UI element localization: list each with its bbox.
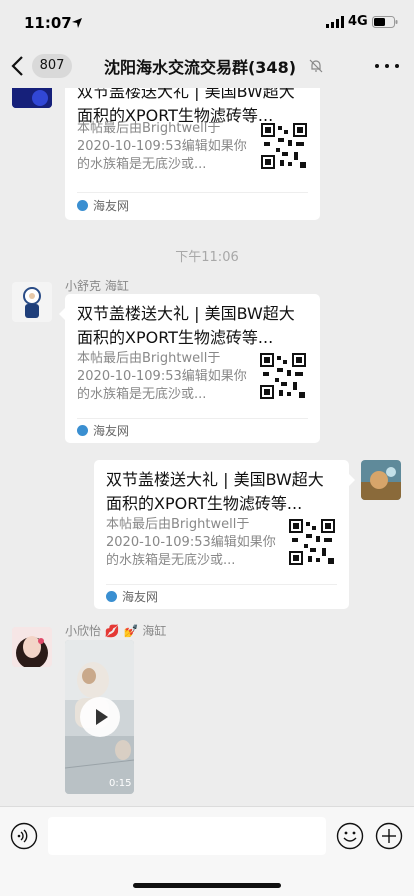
chat-header: 807 沈阳海水交流交易群(348) bbox=[0, 44, 414, 88]
time-divider: 下午11:06 bbox=[175, 250, 239, 265]
input-bar bbox=[0, 806, 414, 896]
more-options-button[interactable] bbox=[370, 52, 404, 80]
link-card-description: 本帖最后由Brightwell于2020-10-109:53编辑如果你的水族箱是… bbox=[77, 121, 247, 172]
add-plus-icon[interactable] bbox=[375, 822, 403, 850]
link-card-title: 双节盖楼送大礼 | 美国BW超大面积的XPORT生物滤砖等... bbox=[77, 304, 295, 347]
card-divider bbox=[106, 584, 337, 585]
emoji-icon[interactable] bbox=[336, 822, 364, 850]
qr-code-icon bbox=[260, 122, 308, 170]
back-chevron-icon[interactable] bbox=[10, 55, 26, 77]
location-arrow-icon bbox=[72, 18, 82, 28]
my-avatar[interactable] bbox=[361, 460, 401, 500]
wechat-group-chat-screen: { "status_bar": { "time": "11:07", "netw… bbox=[0, 0, 414, 896]
battery-icon bbox=[372, 16, 398, 28]
avatar[interactable] bbox=[12, 88, 52, 108]
link-card-source: 海友网 bbox=[77, 423, 129, 439]
link-card-message[interactable]: 双节盖楼送大礼 | 美国BW超大面积的XPORT生物滤砖等... 本帖最后由Br… bbox=[65, 88, 320, 220]
source-logo-icon bbox=[77, 200, 88, 211]
card-divider bbox=[77, 418, 308, 419]
source-label: 海友网 bbox=[93, 199, 130, 213]
avatar-image bbox=[12, 88, 52, 108]
chat-message-list[interactable]: 双节盖楼送大礼 | 美国BW超大面积的XPORT生物滤砖等... 本帖最后由Br… bbox=[0, 88, 414, 806]
link-card-message[interactable]: 双节盖楼送大礼 | 美国BW超大面积的XPORT生物滤砖等... 本帖最后由Br… bbox=[59, 294, 320, 443]
play-button[interactable] bbox=[80, 697, 120, 737]
source-label: 海友网 bbox=[93, 424, 130, 438]
link-card-title: 双节盖楼送大礼 | 美国BW超大面积的XPORT生物滤砖等... bbox=[106, 470, 324, 513]
dot-icon bbox=[385, 64, 389, 68]
avatar-image bbox=[361, 460, 401, 500]
video-message[interactable]: 0:15 bbox=[65, 640, 134, 794]
source-logo-icon bbox=[77, 425, 88, 436]
dot-icon bbox=[395, 64, 399, 68]
avatar[interactable] bbox=[12, 627, 52, 667]
sender-name: 小欣怡 💋 💅 海缸 bbox=[65, 624, 167, 638]
link-card-description: 本帖最后由Brightwell于2020-10-109:53编辑如果你的水族箱是… bbox=[106, 517, 276, 568]
video-duration: 0:15 bbox=[109, 778, 132, 789]
status-time: 11:07 bbox=[24, 14, 72, 32]
bubble-tail bbox=[349, 474, 355, 486]
home-indicator bbox=[133, 883, 281, 888]
qr-code-icon bbox=[259, 352, 307, 400]
source-logo-icon bbox=[106, 591, 117, 602]
dot-icon bbox=[375, 64, 379, 68]
bubble-tail bbox=[59, 308, 65, 320]
status-bar: 11:07 4G bbox=[0, 0, 414, 44]
signal-bars-icon bbox=[326, 16, 344, 28]
link-card-source: 海友网 bbox=[77, 198, 129, 214]
mute-bell-icon bbox=[309, 59, 323, 73]
chat-title: 沈阳海水交流交易群(348) bbox=[103, 58, 297, 77]
play-icon bbox=[96, 709, 108, 725]
message-input[interactable] bbox=[48, 817, 326, 855]
unread-count-badge[interactable]: 807 bbox=[32, 54, 72, 78]
source-label: 海友网 bbox=[122, 590, 159, 604]
avatar-image bbox=[12, 282, 52, 322]
link-card-source: 海友网 bbox=[106, 589, 158, 605]
voice-input-icon[interactable] bbox=[10, 822, 38, 850]
link-card-message[interactable]: 双节盖楼送大礼 | 美国BW超大面积的XPORT生物滤砖等... 本帖最后由Br… bbox=[94, 460, 355, 609]
card-divider bbox=[77, 192, 308, 193]
avatar[interactable] bbox=[12, 282, 52, 322]
link-card-description: 本帖最后由Brightwell于2020-10-109:53编辑如果你的水族箱是… bbox=[77, 351, 247, 402]
network-type: 4G bbox=[348, 14, 368, 29]
avatar-image bbox=[12, 627, 52, 667]
qr-code-icon bbox=[288, 518, 336, 566]
sender-name: 小舒克 海缸 bbox=[65, 279, 129, 293]
